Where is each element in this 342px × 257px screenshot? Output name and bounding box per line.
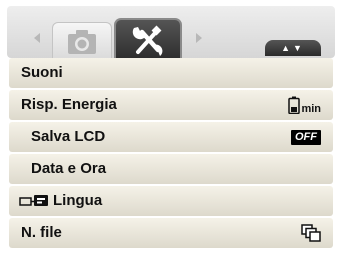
power-save-value: min (288, 90, 321, 120)
menu-item-lingua[interactable]: Lingua (9, 186, 333, 216)
menu-item-label: Suoni (21, 64, 63, 81)
page-indicator[interactable]: ▲▼ (265, 40, 321, 56)
tab-scroll-left-icon[interactable] (34, 33, 40, 43)
off-badge: OFF (291, 129, 321, 145)
menu-item-salva-lcd[interactable]: Salva LCD OFF (9, 122, 333, 152)
menu-item-data-e-ora[interactable]: Data e Ora (9, 154, 333, 184)
settings-menu: Suoni Risp. Energia min Salva LCD OFF Da… (9, 58, 333, 250)
lcd-save-value: OFF (291, 122, 321, 152)
menu-item-label: N. file (21, 224, 62, 241)
menu-item-suoni[interactable]: Suoni (9, 58, 333, 88)
power-save-unit: min (301, 103, 321, 115)
menu-item-label: Salva LCD (31, 128, 106, 145)
language-icon (19, 195, 48, 206)
menu-item-n-file[interactable]: N. file (9, 218, 333, 248)
menu-item-label: Data e Ora (31, 160, 107, 177)
menu-item-label: Lingua (53, 192, 103, 209)
menu-item-label: Risp. Energia (21, 96, 117, 113)
file-series-icon (301, 224, 321, 242)
menu-item-risp-energia[interactable]: Risp. Energia min (9, 90, 333, 120)
battery-icon (288, 96, 301, 114)
tab-camera[interactable] (52, 22, 112, 61)
camera-icon (68, 30, 96, 54)
tab-scroll-right-icon[interactable] (196, 33, 202, 43)
menu-tab-bar: ▲▼ (7, 6, 335, 66)
file-numbering-value (301, 218, 321, 248)
settings-screen: ▲▼ Suoni Risp. Energia min Salva LCD OFF (0, 0, 342, 257)
